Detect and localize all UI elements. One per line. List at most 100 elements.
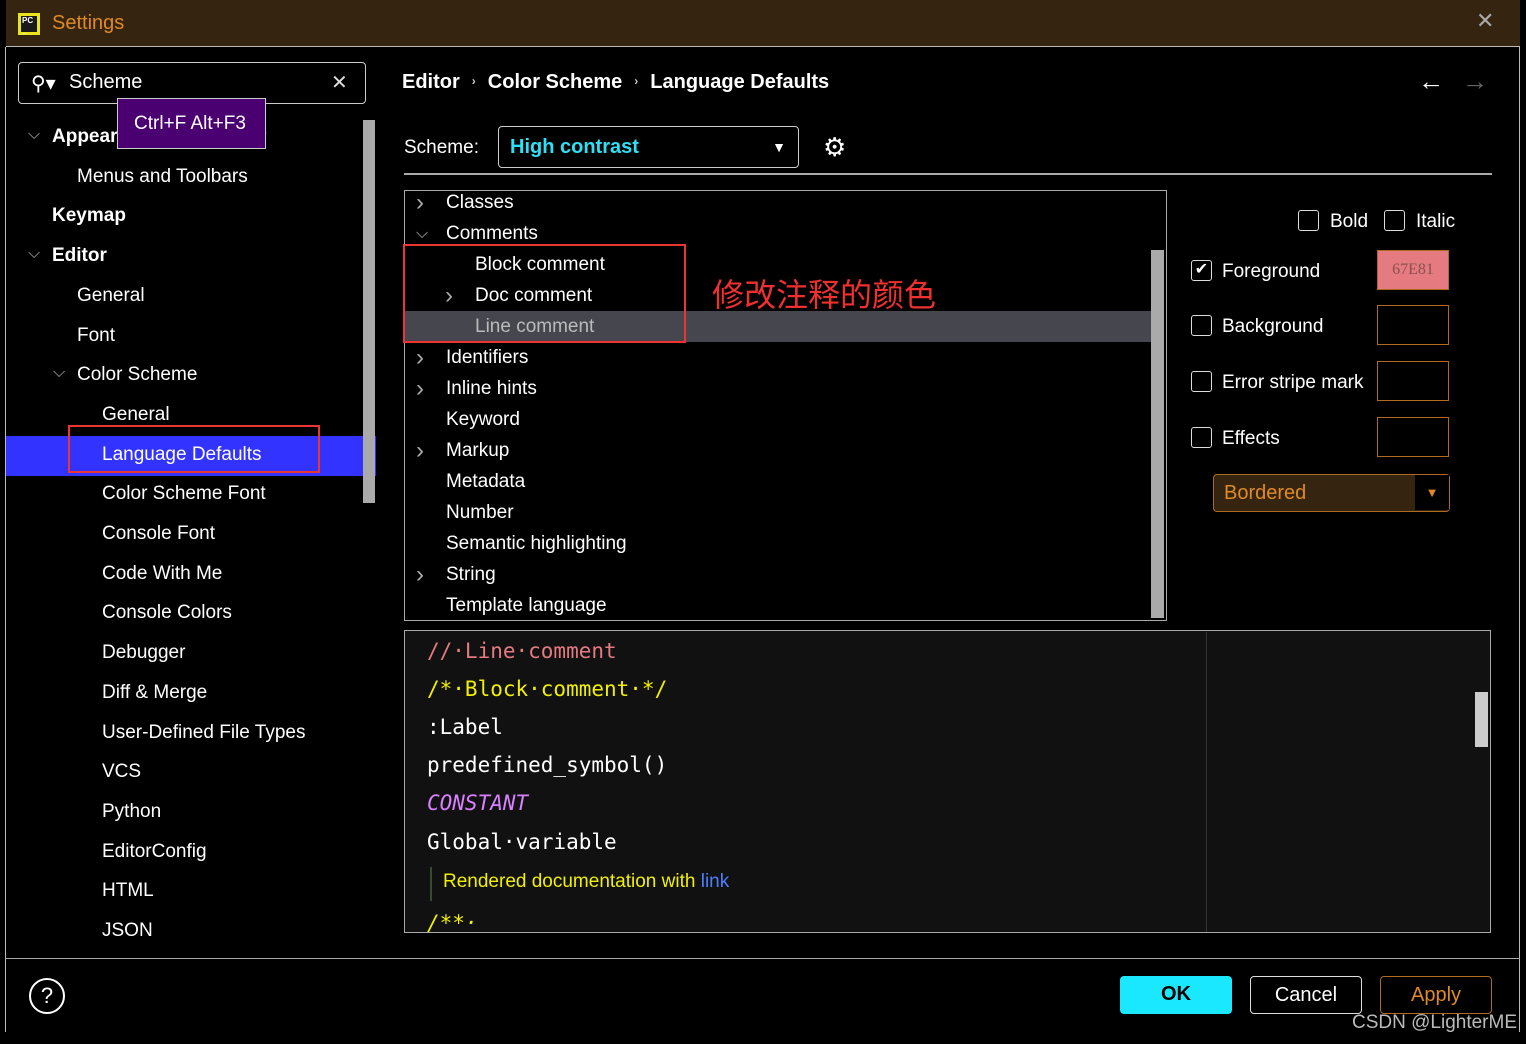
sidebar-item[interactable]: HTML — [102, 872, 154, 910]
error-stripe-color-swatch[interactable] — [1377, 361, 1449, 401]
sidebar-item[interactable]: Editor — [52, 237, 107, 275]
breadcrumb-color-scheme[interactable]: Color Scheme — [488, 71, 622, 93]
tree-item-label: Inline hints — [446, 378, 537, 399]
effect-type-dropdown[interactable]: Bordered ▼ — [1213, 474, 1450, 512]
ok-button[interactable]: OK — [1120, 976, 1232, 1014]
preview-predefined: predefined_symbol() — [427, 753, 668, 777]
sidebar-item[interactable]: Python — [102, 793, 161, 831]
sidebar-item[interactable]: Diff & Merge — [102, 674, 207, 712]
divider — [6, 958, 1520, 959]
chevron-right-icon[interactable]: › — [416, 559, 424, 590]
sidebar-item[interactable]: Color Scheme Font — [102, 475, 266, 513]
tree-item[interactable]: Semantic highlighting — [405, 528, 1151, 559]
tree-item[interactable]: › Classes — [405, 191, 1151, 218]
foreground-color-swatch[interactable]: 67E81 — [1377, 250, 1449, 290]
sidebar-item[interactable]: Menus and Toolbars — [77, 158, 248, 196]
annotation-box — [68, 425, 320, 473]
sidebar-item[interactable]: Debugger — [102, 634, 185, 672]
sidebar-item[interactable]: Console Font — [102, 515, 215, 553]
sidebar-item[interactable]: User-Defined File Types — [102, 714, 305, 752]
chevron-right-icon[interactable]: › — [416, 342, 424, 373]
tree-item[interactable]: Number — [405, 497, 1151, 528]
italic-label: Italic — [1416, 211, 1456, 232]
sidebar-item[interactable]: Console Colors — [102, 594, 232, 632]
background-color-swatch[interactable] — [1377, 305, 1449, 345]
tree-item-label: Semantic highlighting — [446, 533, 627, 554]
chevron-right-icon[interactable]: › — [416, 435, 424, 466]
scheme-label: Scheme: — [404, 137, 479, 158]
bold-checkbox[interactable] — [1298, 210, 1319, 231]
annotation-box — [403, 244, 686, 343]
tree-item[interactable]: › Markup — [405, 435, 1151, 466]
preview-line-comment: //·Line·comment — [427, 639, 617, 663]
code-preview[interactable]: //·Line·comment /*·Block·comment·*/ :Lab… — [404, 630, 1491, 933]
tree-item[interactable]: › Identifiers — [405, 342, 1151, 373]
tree-item[interactable]: Template language — [405, 590, 1151, 620]
preview-global: Global·variable — [427, 830, 617, 854]
chevron-down-icon[interactable]: ⌵ — [28, 245, 40, 263]
cancel-button[interactable]: Cancel — [1250, 976, 1362, 1014]
tree-item-label: Keyword — [446, 409, 520, 430]
italic-checkbox[interactable] — [1384, 210, 1405, 231]
tree-item-label: Classes — [446, 192, 514, 213]
preview-label: :Label — [427, 715, 503, 739]
preview-doc-text: Rendered documentation with — [443, 871, 701, 892]
foreground-label: Foreground — [1222, 261, 1321, 282]
forward-arrow-icon[interactable]: → — [1462, 66, 1488, 97]
background-checkbox[interactable] — [1191, 315, 1212, 336]
sidebar-item[interactable]: EditorConfig — [102, 833, 207, 871]
chevron-down-icon[interactable]: ⌵ — [53, 364, 65, 382]
window-title: Settings — [52, 12, 125, 34]
shortcut-tooltip: Ctrl+F Alt+F3 — [117, 98, 266, 149]
apply-button[interactable]: Apply — [1380, 976, 1492, 1014]
effects-color-swatch[interactable] — [1377, 417, 1449, 457]
search-input[interactable] — [69, 71, 319, 94]
breadcrumb: Editor › Color Scheme › Language Defaults — [402, 71, 830, 93]
sidebar-item[interactable]: General — [77, 277, 145, 315]
tree-item[interactable]: › Inline hints — [405, 373, 1151, 404]
clear-icon[interactable]: ✕ — [331, 70, 348, 95]
tree-item-label: Metadata — [446, 471, 526, 492]
tree-scrollbar[interactable] — [1151, 250, 1164, 618]
scheme-dropdown[interactable]: High contrast ▼ — [498, 126, 799, 168]
back-arrow-icon[interactable]: ← — [1418, 66, 1444, 97]
tree-item-label: Markup — [446, 440, 510, 461]
foreground-checkbox[interactable]: ✔ — [1191, 260, 1212, 281]
sidebar-item[interactable]: Keymap — [52, 197, 126, 235]
tree-item-label: Identifiers — [446, 347, 529, 368]
search-icon[interactable]: ⚲▾ — [31, 71, 56, 96]
tree-item-label: String — [446, 564, 496, 585]
chevron-down-icon[interactable]: ⌵ — [28, 126, 40, 144]
sidebar-item[interactable]: JSON — [102, 912, 153, 950]
gear-icon[interactable]: ⚙ — [823, 132, 846, 163]
title-bar — [6, 0, 1520, 47]
chevron-right-icon[interactable]: › — [416, 373, 424, 404]
preview-scrollbar[interactable] — [1475, 692, 1488, 747]
tree-item-label: Number — [446, 502, 514, 523]
tree-item[interactable]: Keyword — [405, 404, 1151, 435]
chevron-right-icon[interactable]: › — [416, 191, 424, 218]
divider — [404, 173, 1492, 175]
effect-type-value: Bordered — [1224, 482, 1307, 504]
effects-checkbox[interactable] — [1191, 427, 1212, 448]
preview-block-comment: /*·Block·comment·*/ — [427, 677, 668, 701]
dropdown-arrow-icon: ▼ — [772, 139, 786, 155]
sidebar-item[interactable]: Code With Me — [102, 555, 222, 593]
dropdown-arrow-icon: ▼ — [1415, 475, 1449, 510]
preview-doc-start: /**· — [427, 911, 478, 933]
tree-item[interactable]: Metadata — [405, 466, 1151, 497]
error-stripe-label: Error stripe mark — [1222, 372, 1364, 393]
preview-divider — [1206, 632, 1207, 932]
help-button[interactable]: ? — [29, 978, 65, 1014]
sidebar-item[interactable]: Font — [77, 317, 115, 355]
tree-item[interactable]: › String — [405, 559, 1151, 590]
sidebar-scrollbar[interactable] — [363, 120, 375, 503]
sidebar-item[interactable]: VCS — [102, 753, 141, 791]
close-icon[interactable]: ✕ — [1476, 8, 1494, 34]
background-label: Background — [1222, 316, 1324, 337]
sidebar-item[interactable]: Color Scheme — [77, 356, 197, 394]
breadcrumb-editor[interactable]: Editor — [402, 71, 460, 93]
annotation-text: 修改注释的颜色 — [712, 276, 937, 314]
error-stripe-checkbox[interactable] — [1191, 371, 1212, 392]
preview-doc-link[interactable]: link — [701, 871, 730, 892]
